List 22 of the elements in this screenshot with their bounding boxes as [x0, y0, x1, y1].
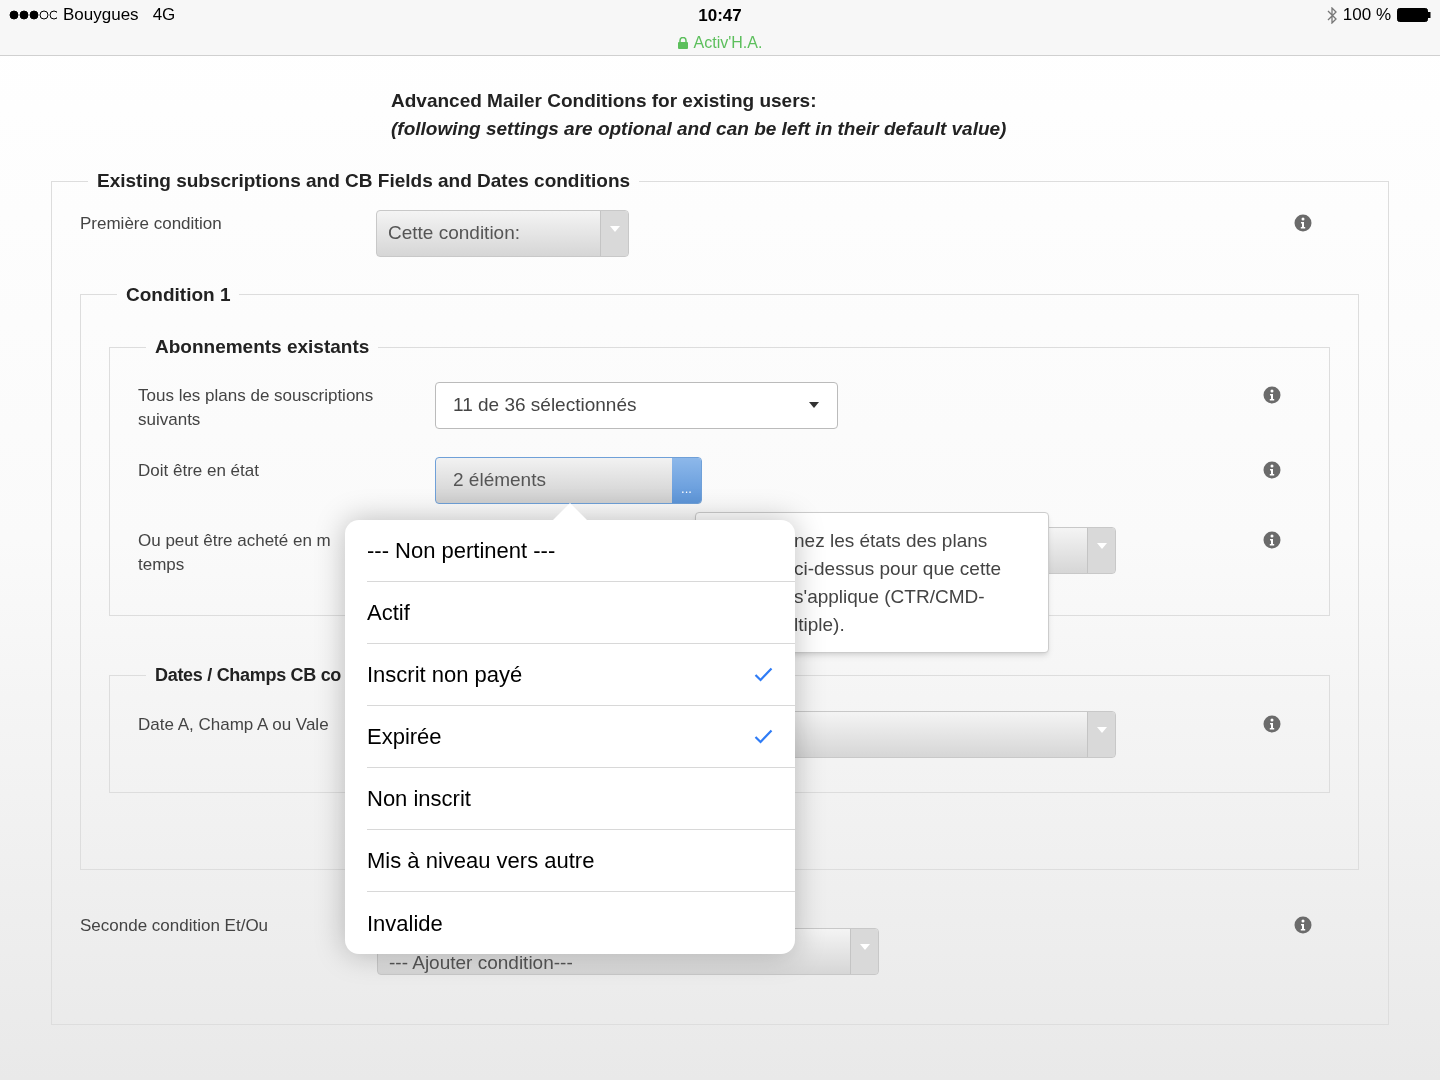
- subscriptions-legend: Abonnements existants: [146, 333, 379, 362]
- field-label: Première condition: [80, 213, 222, 233]
- battery-percent: 100 %: [1342, 4, 1391, 27]
- clock: 10:47: [698, 5, 742, 27]
- tooltip-text: nez les états des plans: [794, 529, 989, 553]
- field-label: Tous les plans de souscriptions suivants: [138, 385, 374, 429]
- dates-legend: Dates / Champs CB co: [146, 662, 351, 689]
- field-label: Ou peut être acheté en m: [138, 530, 331, 550]
- page-heading: Advanced Mailer Conditions for existing users:: [391, 89, 818, 113]
- field-label: temps: [138, 554, 185, 574]
- section-legend: Existing subscriptions and CB Fields and Dates conditions: [88, 167, 640, 196]
- tooltip-text: s'applique (CTR/CMD-: [794, 585, 986, 609]
- condition-legend: Condition 1: [117, 280, 240, 309]
- field-label: Date A, Champ A ou Vale: [138, 715, 329, 734]
- page-subheading: (following settings are optional and can be left in their default value): [391, 117, 1008, 141]
- field-label: Doit être en état: [138, 460, 259, 480]
- tooltip-text: ltiple).: [794, 613, 846, 637]
- carrier-name: Bouygues: [63, 4, 139, 27]
- site-name: Activ'H.A.: [693, 32, 763, 53]
- network-type: 4G: [152, 4, 176, 27]
- field-label: Seconde condition Et/Ou: [80, 915, 269, 935]
- tooltip-text: ci-dessus pour que cette: [794, 557, 1002, 581]
